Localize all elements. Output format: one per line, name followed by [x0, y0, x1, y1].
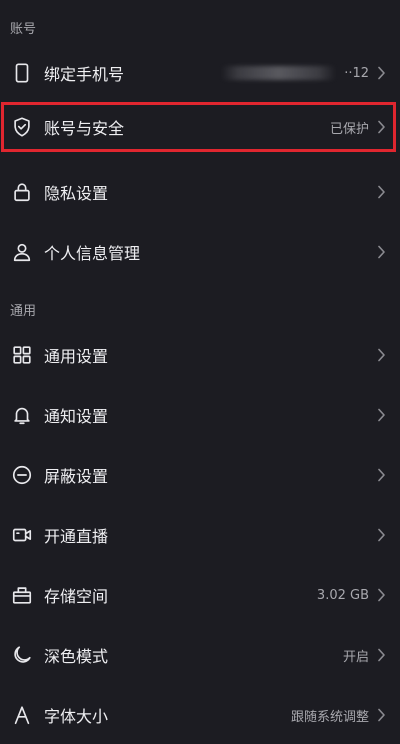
- settings-item-notifications[interactable]: 通知设置: [0, 386, 400, 444]
- settings-item-block[interactable]: 屏蔽设置: [0, 446, 400, 504]
- chevron-right-icon: [377, 708, 386, 722]
- settings-item-storage[interactable]: 存储空间 3.02 GB: [0, 566, 400, 624]
- settings-item-security[interactable]: 账号与安全 已保护: [0, 103, 400, 151]
- settings-item-dark-mode-label: 深色模式: [44, 647, 109, 666]
- settings-item-font-size[interactable]: 字体大小 跟随系统调整: [0, 686, 400, 744]
- phone-icon: [9, 60, 35, 86]
- shield-check-icon: [9, 114, 35, 140]
- block-icon: [9, 462, 35, 488]
- font-icon: [9, 702, 35, 728]
- section-title-general: 通用: [10, 304, 37, 319]
- video-camera-icon: [9, 522, 35, 548]
- chevron-right-icon: [377, 648, 386, 662]
- settings-item-privacy[interactable]: 隐私设置: [0, 163, 400, 221]
- chevron-right-icon: [377, 408, 386, 422]
- settings-item-live[interactable]: 开通直播: [0, 506, 400, 564]
- lock-icon: [9, 179, 35, 205]
- chevron-right-icon: [377, 348, 386, 362]
- chevron-right-icon: [377, 245, 386, 259]
- storage-size: 3.02 GB: [316, 587, 369, 603]
- settings-item-phone[interactable]: 绑定手机号 ··12: [0, 44, 400, 102]
- section-title-account: 账号: [10, 22, 37, 37]
- person-icon: [9, 239, 35, 265]
- settings-item-general[interactable]: 通用设置: [0, 326, 400, 384]
- grid-icon: [9, 342, 35, 368]
- settings-item-privacy-label: 隐私设置: [44, 184, 109, 203]
- font-size-status: 跟随系统调整: [290, 709, 369, 725]
- phone-number-tail: ··12: [344, 65, 369, 81]
- settings-item-dark-mode[interactable]: 深色模式 开启: [0, 626, 400, 684]
- chevron-right-icon: [377, 120, 386, 134]
- settings-page: 账号 绑定手机号 ··12 账号与安全 已保护 隐私设置 个人信息管理 通用 通…: [0, 0, 400, 726]
- settings-item-block-label: 屏蔽设置: [44, 467, 109, 486]
- moon-icon: [9, 642, 35, 668]
- settings-item-notifications-label: 通知设置: [44, 407, 109, 426]
- dark-mode-status: 开启: [342, 649, 369, 665]
- settings-item-general-label: 通用设置: [44, 347, 109, 366]
- settings-item-storage-label: 存储空间: [44, 587, 109, 606]
- bell-icon: [9, 402, 35, 428]
- chevron-right-icon: [377, 185, 386, 199]
- phone-number-blurred: [221, 66, 337, 80]
- chevron-right-icon: [377, 528, 386, 542]
- security-status: 已保护: [329, 121, 369, 137]
- chevron-right-icon: [377, 66, 386, 80]
- settings-item-phone-label: 绑定手机号: [44, 65, 125, 84]
- settings-item-personal-info[interactable]: 个人信息管理: [0, 223, 400, 281]
- settings-item-personal-info-label: 个人信息管理: [44, 244, 141, 263]
- chevron-right-icon: [377, 588, 386, 602]
- settings-item-font-size-label: 字体大小: [44, 707, 109, 726]
- settings-item-security-label: 账号与安全: [44, 119, 125, 138]
- chevron-right-icon: [377, 468, 386, 482]
- storage-box-icon: [9, 582, 35, 608]
- settings-item-live-label: 开通直播: [44, 527, 109, 546]
